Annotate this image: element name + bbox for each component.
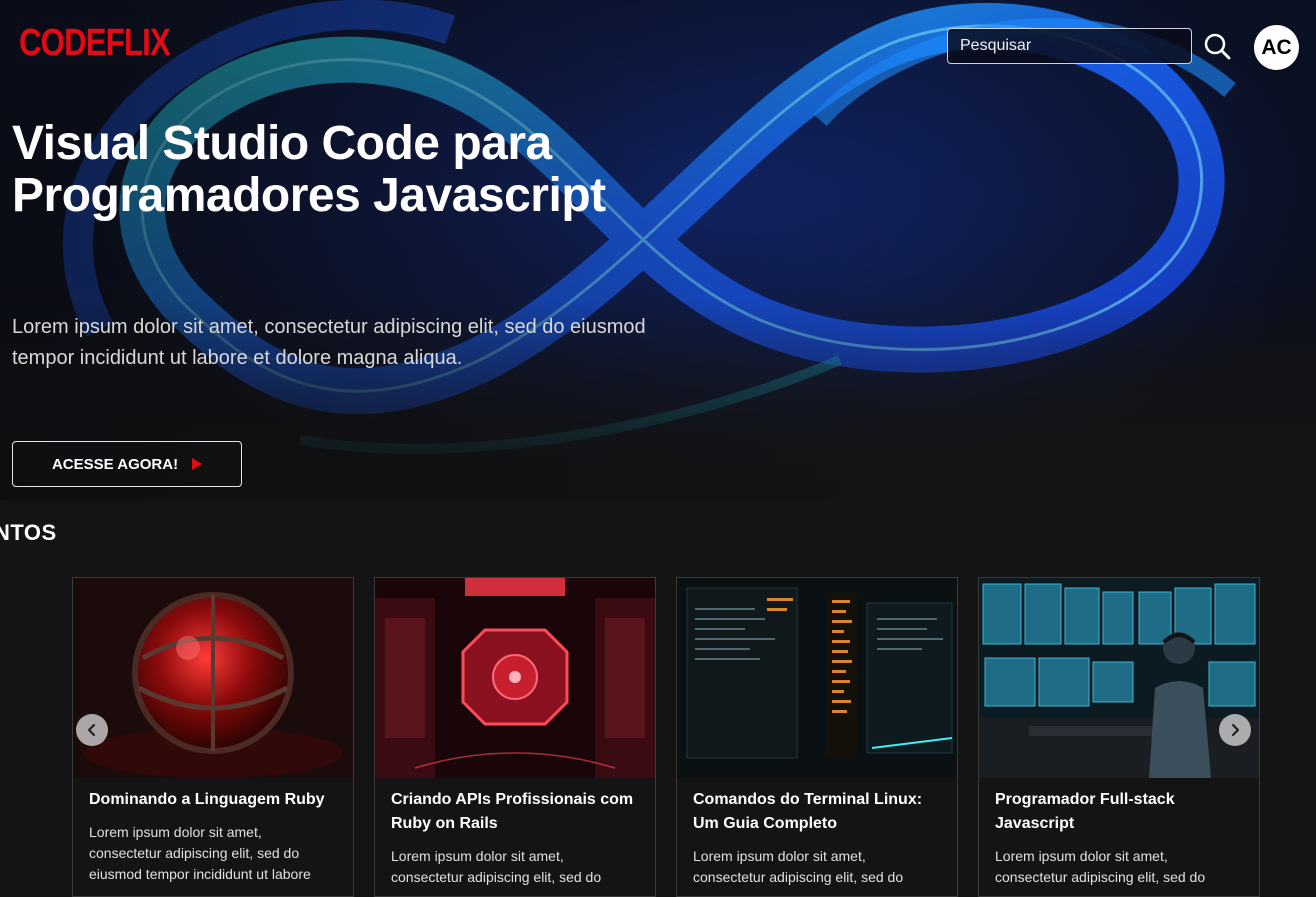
course-card-title: Programador Full-stack Javascript bbox=[995, 791, 1175, 832]
chevron-left-icon bbox=[87, 723, 96, 737]
course-thumbnail-server-room bbox=[375, 578, 655, 778]
access-now-button[interactable]: ACESSE AGORA! bbox=[12, 441, 242, 487]
course-thumbnail-red-sphere bbox=[73, 578, 353, 778]
user-avatar[interactable]: AC bbox=[1254, 25, 1299, 70]
carousel-next-button[interactable] bbox=[1219, 714, 1251, 746]
hero-banner bbox=[0, 0, 1316, 500]
course-card-description: Lorem ipsum dolor sit amet, consectetur … bbox=[995, 848, 1206, 885]
codeflix-logo[interactable]: CODEFLIX bbox=[19, 22, 171, 65]
course-card-description: Lorem ipsum dolor sit amet, consectetur … bbox=[693, 848, 904, 885]
section-title: NTOS bbox=[0, 520, 57, 545]
course-card-title: Comandos do Terminal Linux: Um Guia Comp… bbox=[693, 791, 923, 832]
course-card-title: Criando APIs Profissionais com Ruby on R… bbox=[391, 791, 634, 832]
course-card-rails-apis[interactable]: Criando APIs Profissionais com Ruby on R… bbox=[374, 577, 656, 897]
course-card-ruby[interactable]: Dominando a Linguagem Ruby Lorem ipsum d… bbox=[72, 577, 354, 897]
course-card-title: Dominando a Linguagem Ruby bbox=[89, 791, 325, 808]
hero-title: Visual Studio Code para Programadores Ja… bbox=[12, 117, 606, 222]
course-card-linux-terminal[interactable]: Comandos do Terminal Linux: Um Guia Comp… bbox=[676, 577, 958, 897]
play-icon bbox=[192, 458, 203, 470]
access-now-label: ACESSE AGORA! bbox=[51, 455, 179, 473]
course-thumbnail-terminal bbox=[677, 578, 957, 778]
course-card-description: Lorem ipsum dolor sit amet, consectetur … bbox=[89, 824, 311, 882]
chevron-right-icon bbox=[1231, 723, 1240, 737]
hero-description: Lorem ipsum dolor sit amet, consectetur … bbox=[12, 316, 646, 369]
course-thumbnail-developer bbox=[979, 578, 1259, 778]
course-card-fullstack-js[interactable]: Programador Full-stack Javascript Lorem … bbox=[978, 577, 1260, 897]
course-card-description: Lorem ipsum dolor sit amet, consectetur … bbox=[391, 848, 602, 885]
hero-gradient-overlay bbox=[0, 0, 1316, 500]
search-icon[interactable] bbox=[1202, 31, 1234, 63]
search-input[interactable] bbox=[947, 28, 1192, 64]
carousel-prev-button[interactable] bbox=[76, 714, 108, 746]
